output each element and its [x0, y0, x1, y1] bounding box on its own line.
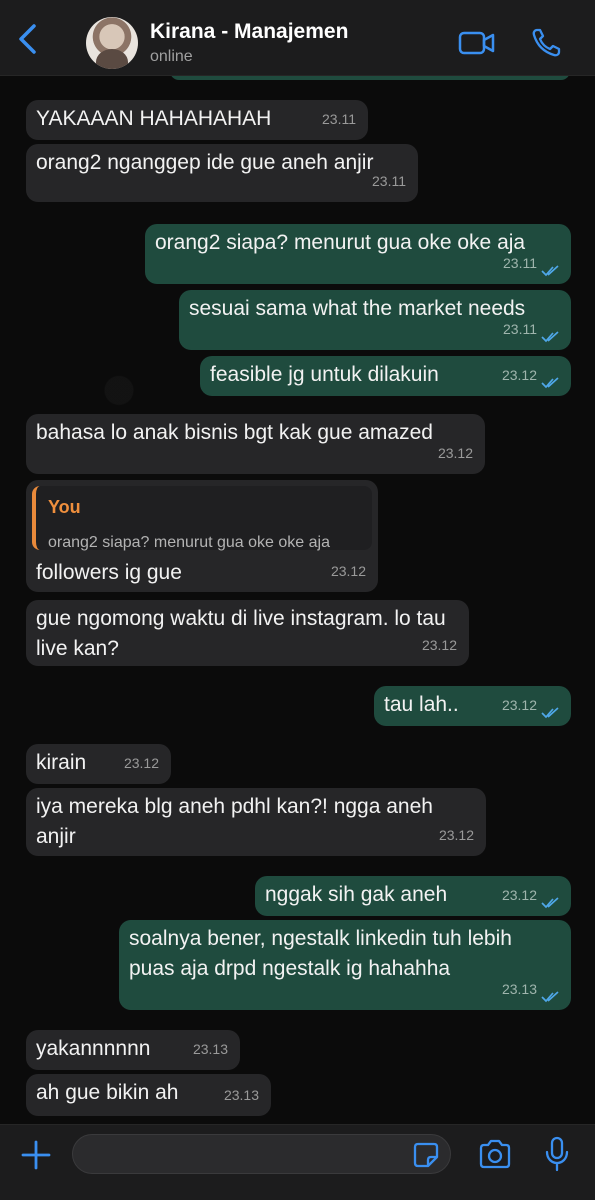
message-text: followers ig gue — [36, 561, 182, 584]
message-bubble[interactable]: tau lah.. 23.12 — [374, 686, 571, 726]
message-time: 23.13 — [501, 981, 537, 997]
quoted-reply[interactable]: You orang2 siapa? menurut gua oke oke aj… — [32, 486, 372, 551]
video-camera-icon[interactable] — [458, 30, 496, 56]
message-text: bahasa lo anak bisnis bgt kak gue amazed — [36, 421, 433, 444]
message-time: 23.12 — [438, 827, 474, 843]
message-bubble[interactable]: feasible jg untuk dilakuin 23.12 — [200, 356, 571, 396]
message-bubble[interactable]: kirain 23.12 — [26, 744, 171, 784]
message-time: 23.12 — [501, 367, 537, 383]
message-time: 23.11 — [503, 255, 537, 271]
camera-icon[interactable] — [478, 1139, 512, 1169]
message-bubble-partial — [170, 76, 570, 80]
message-bubble[interactable]: orang2 nganggep ide gue aneh anjir 23.11 — [26, 144, 418, 202]
message-bubble[interactable]: soalnya bener, ngestalk linkedin tuh leb… — [119, 920, 571, 1010]
message-bubble[interactable]: YAKAAAN HAHAHAHAH 23.11 — [26, 100, 368, 140]
message-time: 23.12 — [501, 887, 537, 903]
message-time: 23.11 — [503, 321, 537, 337]
message-bubble[interactable]: gue ngomong waktu di live instagram. lo … — [26, 600, 469, 666]
message-input[interactable] — [72, 1134, 451, 1174]
message-text: iya mereka blg aneh pdhl kan?! ngga aneh… — [36, 795, 433, 848]
message-list[interactable]: YAKAAAN HAHAHAHAH 23.11 orang2 nganggep … — [0, 76, 595, 1124]
message-text: orang2 nganggep ide gue aneh anjir — [36, 151, 374, 174]
message-time: 23.12 — [123, 755, 159, 771]
read-ticks-icon — [541, 265, 559, 277]
message-time: 23.12 — [330, 563, 366, 579]
read-ticks-icon — [541, 707, 559, 719]
read-ticks-icon — [541, 377, 559, 389]
contact-avatar[interactable] — [86, 17, 138, 69]
microphone-icon[interactable] — [544, 1136, 570, 1172]
message-text: soalnya bener, ngestalk linkedin tuh leb… — [129, 927, 512, 980]
sticker-icon[interactable] — [412, 1141, 440, 1169]
phone-icon[interactable] — [530, 27, 562, 59]
message-bubble[interactable]: iya mereka blg aneh pdhl kan?! ngga aneh… — [26, 788, 486, 856]
reply-author: You — [48, 497, 81, 517]
message-time: 23.12 — [501, 697, 537, 713]
message-time: 23.12 — [437, 445, 473, 461]
message-bubble[interactable]: bahasa lo anak bisnis bgt kak gue amazed… — [26, 414, 485, 474]
chevron-left-icon[interactable] — [14, 22, 44, 56]
read-ticks-icon — [541, 991, 559, 1003]
read-ticks-icon — [541, 331, 559, 343]
message-time: 23.12 — [421, 637, 457, 653]
contact-name[interactable]: Kirana - Manajemen — [150, 20, 348, 44]
message-text: orang2 siapa? menurut gua oke oke aja — [155, 231, 526, 254]
message-text: YAKAAAN HAHAHAHAH — [36, 107, 272, 130]
message-bubble[interactable]: yakannnnnn 23.13 — [26, 1030, 240, 1070]
message-bubble[interactable]: orang2 siapa? menurut gua oke oke aja 23… — [145, 224, 571, 284]
message-time: 23.11 — [372, 173, 406, 189]
compose-bar — [0, 1124, 595, 1200]
message-bubble[interactable]: ah gue bikin ah 23.13 — [26, 1074, 271, 1116]
plus-icon[interactable] — [20, 1139, 52, 1171]
message-bubble[interactable]: sesuai sama what the market needs 23.11 — [179, 290, 571, 350]
message-text: gue ngomong waktu di live instagram. lo … — [36, 607, 446, 660]
message-time: 23.13 — [192, 1041, 228, 1057]
message-time: 23.11 — [322, 111, 356, 127]
message-time: 23.13 — [223, 1087, 259, 1103]
chat-header: Kirana - Manajemen online — [0, 0, 595, 76]
reply-text: orang2 siapa? menurut gua oke oke aja — [48, 534, 330, 551]
contact-status: online — [150, 48, 193, 65]
read-ticks-icon — [541, 897, 559, 909]
message-bubble[interactable]: nggak sih gak aneh 23.12 — [255, 876, 571, 916]
reply-message-bubble[interactable]: You orang2 siapa? menurut gua oke oke aj… — [26, 480, 378, 592]
